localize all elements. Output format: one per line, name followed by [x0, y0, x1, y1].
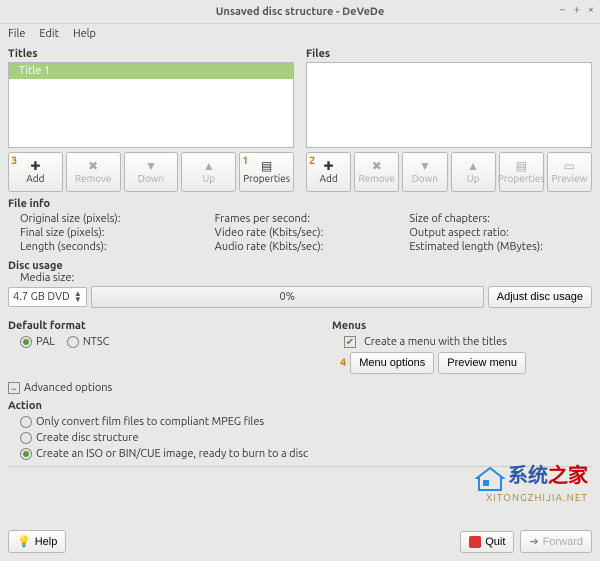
plus-icon: ✚ — [30, 161, 40, 173]
menus-label: Menus — [332, 320, 592, 332]
files-up-button: ▲Up — [451, 152, 496, 192]
est-length: Estimated length (MBytes): — [409, 240, 592, 254]
files-list[interactable] — [306, 62, 592, 148]
action-structure-radio[interactable] — [20, 432, 32, 444]
up-icon: ▲ — [203, 161, 215, 173]
chapters: Size of chapters: — [409, 212, 592, 226]
action-convert-radio[interactable] — [20, 416, 32, 428]
titles-label: Titles — [8, 48, 294, 60]
preview-menu-button[interactable]: Preview menu — [438, 352, 526, 374]
aspect: Output aspect ratio: — [409, 226, 592, 240]
menu-edit[interactable]: Edit — [39, 28, 59, 40]
advanced-label: Advanced options — [24, 382, 112, 394]
media-size-combo[interactable]: 4.7 GB DVD ▲▼ — [8, 287, 87, 307]
files-label: Files — [306, 48, 592, 60]
disc-usage-label: Disc usage — [8, 260, 592, 272]
help-icon: 💡 — [17, 535, 31, 548]
titles-list[interactable]: Title 1 — [8, 62, 294, 148]
forward-icon: ➔ — [529, 535, 538, 548]
window-title: Unsaved disc structure - DeVeDe — [216, 6, 385, 18]
menu-options-button[interactable]: Menu options — [350, 352, 434, 374]
files-down-button: ▼Down — [402, 152, 447, 192]
files-add-button[interactable]: 2✚Add — [306, 152, 351, 192]
ntsc-radio[interactable] — [67, 336, 79, 348]
video-rate: Video rate (Kbits/sec): — [215, 226, 398, 240]
close-icon[interactable]: × — [588, 4, 594, 16]
properties-icon: ▤ — [516, 161, 527, 173]
menu-help[interactable]: Help — [73, 28, 96, 40]
preview-icon: ▭ — [564, 161, 575, 173]
remove-icon: ✖ — [372, 161, 382, 173]
files-preview-button: ▭Preview — [547, 152, 592, 192]
down-icon: ▼ — [419, 161, 431, 173]
files-remove-button: ✖Remove — [354, 152, 399, 192]
titles-remove-button: ✖Remove — [66, 152, 121, 192]
disc-usage-bar: 0% — [91, 286, 484, 308]
menu-file[interactable]: File — [8, 28, 25, 40]
quit-button[interactable]: Quit — [460, 531, 514, 553]
properties-icon: ▤ — [261, 161, 272, 173]
minimize-icon[interactable]: − — [559, 4, 565, 16]
audio-rate: Audio rate (Kbits/sec): — [215, 240, 398, 254]
titles-add-button[interactable]: 3✚Add — [8, 152, 63, 192]
up-icon: ▲ — [467, 161, 479, 173]
title-item[interactable]: Title 1 — [9, 63, 293, 79]
adjust-disc-usage-button[interactable]: Adjust disc usage — [488, 286, 592, 308]
titles-down-button: ▼Down — [124, 152, 179, 192]
menubar: File Edit Help — [0, 24, 600, 44]
badge-4: 4 — [340, 357, 346, 369]
maximize-icon[interactable]: + — [574, 4, 580, 16]
action-iso-radio[interactable] — [20, 448, 32, 460]
final-size: Final size (pixels): — [20, 226, 203, 240]
advanced-expander[interactable]: − — [8, 382, 20, 394]
create-menu-check[interactable] — [344, 336, 356, 348]
pal-radio[interactable] — [20, 336, 32, 348]
titles-up-button: ▲Up — [181, 152, 236, 192]
plus-icon: ✚ — [324, 161, 334, 173]
default-format-label: Default format — [8, 320, 312, 332]
down-icon: ▼ — [145, 161, 157, 173]
files-properties-button: ▤Properties — [499, 152, 544, 192]
forward-button[interactable]: ➔Forward — [520, 530, 592, 553]
fps: Frames per second: — [215, 212, 398, 226]
remove-icon: ✖ — [88, 161, 98, 173]
fileinfo-label: File info — [8, 198, 592, 210]
help-button[interactable]: 💡Help — [8, 530, 66, 553]
action-label: Action — [8, 400, 592, 412]
media-size-label: Media size: — [20, 272, 592, 284]
length: Length (seconds): — [20, 240, 203, 254]
titles-properties-button[interactable]: 1▤Properties — [239, 152, 294, 192]
titlebar: Unsaved disc structure - DeVeDe − + × — [0, 0, 600, 24]
quit-icon — [469, 536, 481, 548]
original-size: Original size (pixels): — [20, 212, 203, 226]
combo-arrows-icon: ▲▼ — [74, 291, 82, 303]
